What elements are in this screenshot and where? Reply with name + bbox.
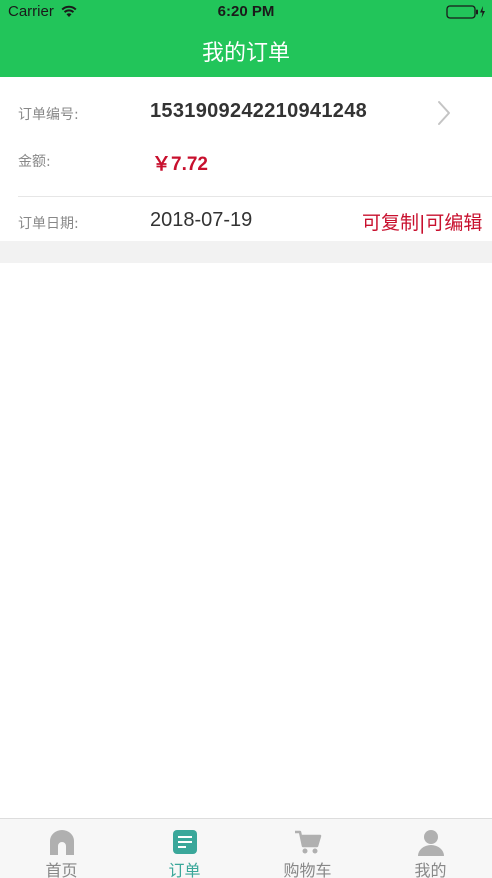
tab-bar: 首页 订单 购物车 我的 (0, 818, 492, 878)
battery-icon (446, 5, 485, 19)
status-bar: Carrier 6:20 PM (0, 0, 492, 24)
home-icon (50, 830, 74, 855)
divider (18, 196, 492, 197)
amount-label: 金额: (18, 154, 51, 170)
cart-icon (295, 830, 322, 854)
tab-label: 我的 (414, 861, 447, 878)
tab-cart[interactable]: 购物车 (246, 819, 369, 878)
tab-orders[interactable]: 订单 (123, 819, 246, 878)
order-date-value: 2018-07-19 (150, 209, 253, 231)
chevron-right-icon[interactable] (436, 100, 452, 126)
order-card[interactable]: 订单编号: 1531909242210941248 金额: ￥7.72 订单日期… (0, 77, 492, 241)
tab-label: 购物车 (283, 861, 332, 878)
order-date-label: 订单日期: (18, 216, 79, 232)
page-title: 我的订单 (201, 41, 290, 66)
app-screen: Carrier 6:20 PM 我的订单 订单编号: 1531909242210… (0, 0, 492, 878)
amount-value: ￥7.72 (152, 154, 208, 175)
order-number-value: 1531909242210941248 (150, 100, 368, 122)
navigation-bar: 我的订单 (0, 24, 492, 77)
tab-profile[interactable]: 我的 (369, 819, 492, 878)
order-number-label: 订单编号: (18, 107, 79, 123)
section-separator (0, 241, 492, 263)
profile-icon (418, 830, 444, 856)
order-list-icon (173, 830, 197, 854)
tab-label: 首页 (45, 861, 78, 878)
clock: 6:20 PM (217, 3, 275, 20)
tab-home[interactable]: 首页 (0, 819, 123, 878)
tab-label: 订单 (168, 861, 201, 878)
copy-edit-text[interactable]: 可复制|可编辑 (362, 208, 482, 235)
